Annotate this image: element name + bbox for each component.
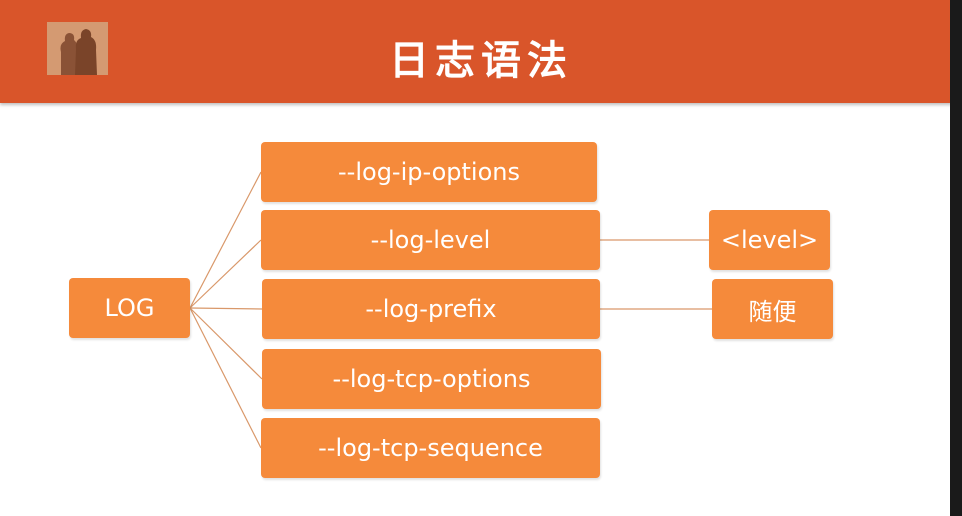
option-label: --log-tcp-options [332, 365, 531, 393]
log-root-label: LOG [104, 294, 155, 322]
connector-log-level [189, 239, 262, 309]
option-label: --log-level [370, 226, 491, 254]
option-box-log-prefix: --log-prefix [262, 279, 600, 339]
option-label: --log-prefix [365, 295, 497, 323]
option-label: --log-ip-options [338, 158, 520, 186]
connector-log-tcp-sequence [189, 307, 262, 449]
value-label: <level> [720, 226, 819, 254]
value-box-random: 随便 [712, 279, 833, 339]
window-edge [950, 0, 962, 516]
connector-log-prefix [189, 307, 263, 310]
option-box-log-tcp-sequence: --log-tcp-sequence [261, 418, 600, 478]
option-label: --log-tcp-sequence [318, 434, 543, 462]
connector-log-tcp-options [189, 307, 263, 380]
value-label: 随便 [748, 297, 797, 326]
option-box-log-ip-options: --log-ip-options [261, 142, 597, 202]
option-box-log-level: --log-level [261, 210, 600, 270]
log-root-box: LOG [69, 278, 190, 338]
value-box-level: <level> [709, 210, 830, 270]
option-box-log-tcp-options: --log-tcp-options [262, 349, 601, 409]
connector-log-ip-options [189, 171, 262, 309]
